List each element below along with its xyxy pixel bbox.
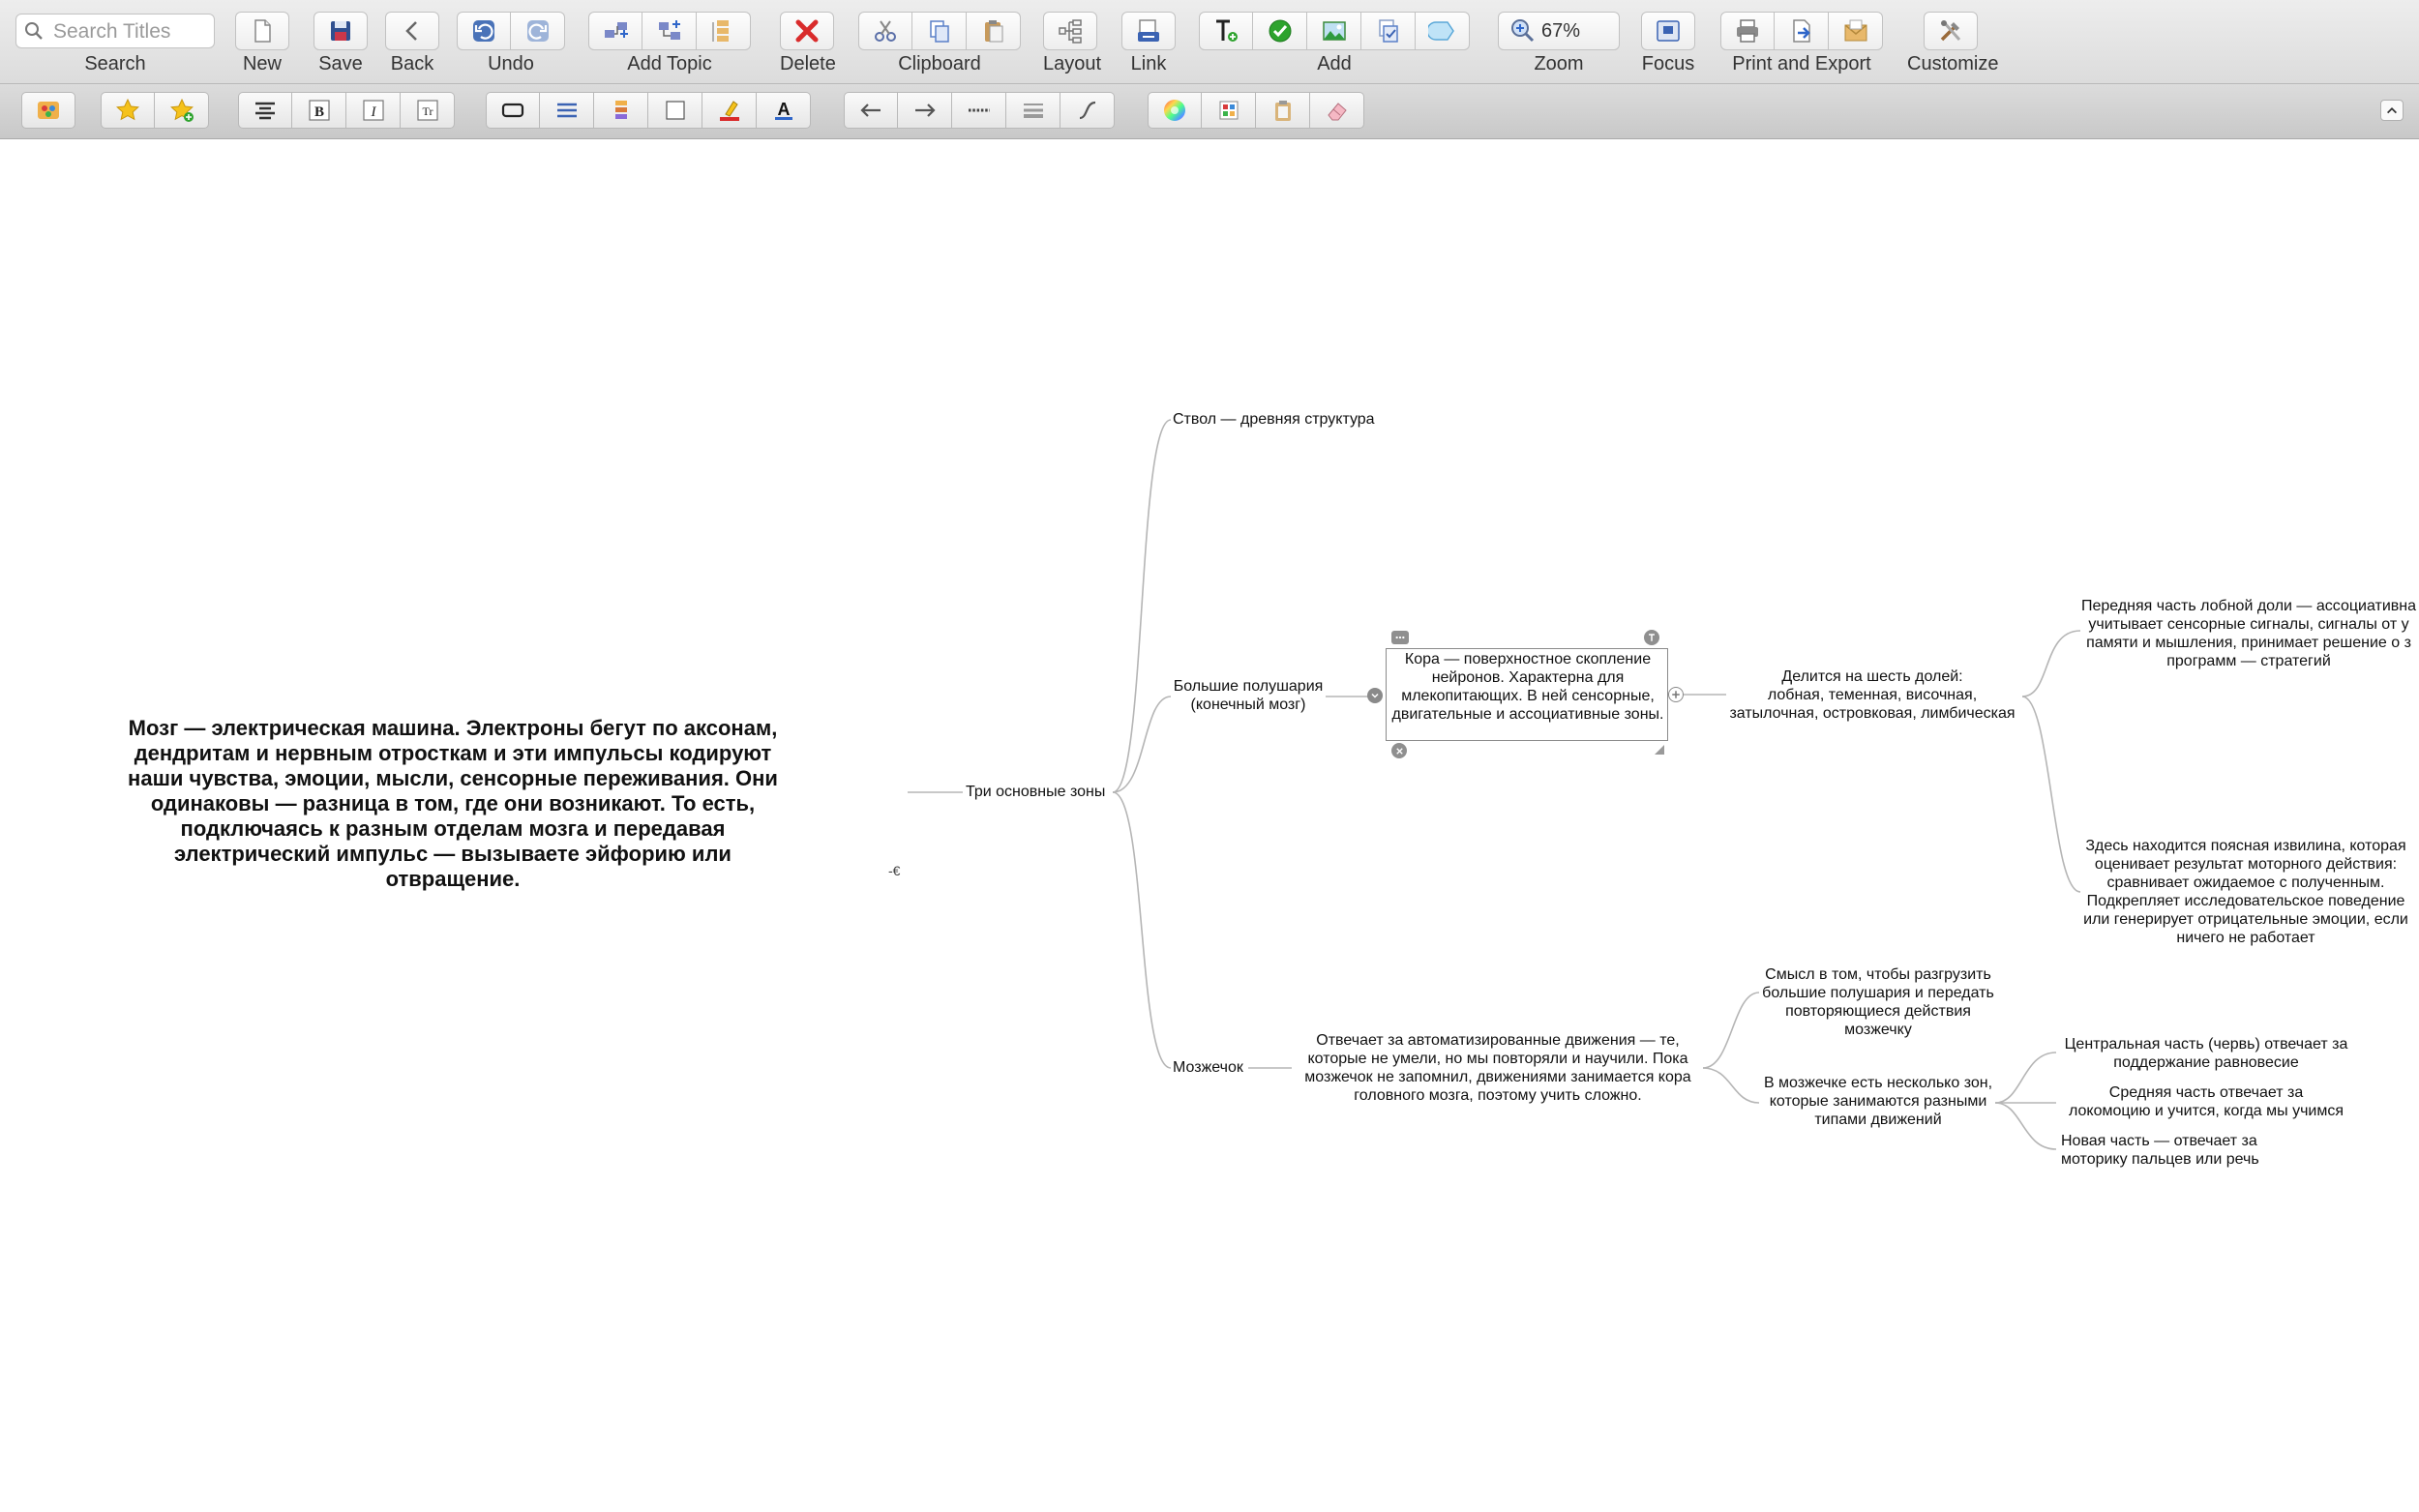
ellipsis-icon: [1395, 636, 1405, 639]
text-t-icon: [1649, 634, 1655, 641]
central-topic[interactable]: Мозг — электрическая машина. Электроны б…: [114, 716, 791, 892]
chevron-down-icon: [1371, 693, 1379, 698]
topic-vermis[interactable]: Центральная часть (червь) отвечает за по…: [2055, 1035, 2357, 1072]
topic-six-lobes[interactable]: Делится на шесть долей: лобная, теменная…: [1722, 667, 2022, 723]
remove-topic-handle[interactable]: [1391, 743, 1407, 758]
resize-corner-handle[interactable]: [1655, 745, 1664, 755]
collapse-branch-handle[interactable]: [1367, 688, 1383, 703]
svg-text:-€: -€: [888, 863, 901, 878]
topic-middle-part[interactable]: Средняя часть отвечает за локомоцию и уч…: [2055, 1083, 2357, 1120]
topic-three-zones[interactable]: Три основные зоны: [966, 783, 1105, 801]
topic-cerebellum-zones[interactable]: В мозжечке есть несколько зон, которые з…: [1757, 1074, 1999, 1129]
topic-unload-hemispheres[interactable]: Смысл в том, чтобы разгрузить большие по…: [1757, 965, 1999, 1039]
add-child-handle[interactable]: [1668, 687, 1684, 702]
topic-new-part[interactable]: Новая часть — отвечает за моторику пальц…: [2061, 1132, 2363, 1169]
topic-cingulate-gyrus[interactable]: Здесь находится поясная извилина, котора…: [2076, 837, 2415, 947]
topic-hemispheres[interactable]: Большие полушария (конечный мозг): [1171, 677, 1326, 714]
plus-icon: [1672, 691, 1680, 698]
topic-cerebellum[interactable]: Мозжечок: [1173, 1058, 1243, 1077]
topic-frontal-lobe[interactable]: Передняя часть лобной доли — ассоциативн…: [2078, 597, 2419, 670]
text-format-handle[interactable]: [1644, 630, 1659, 645]
notes-handle[interactable]: [1391, 631, 1409, 644]
topic-cerebellum-function[interactable]: Отвечает за автоматизированные движения …: [1293, 1031, 1703, 1105]
topic-brainstem[interactable]: Ствол — древняя структура: [1173, 410, 1375, 429]
topic-cortex[interactable]: Кора — поверхностное скопление нейронов.…: [1389, 650, 1666, 724]
close-icon: [1395, 747, 1403, 755]
